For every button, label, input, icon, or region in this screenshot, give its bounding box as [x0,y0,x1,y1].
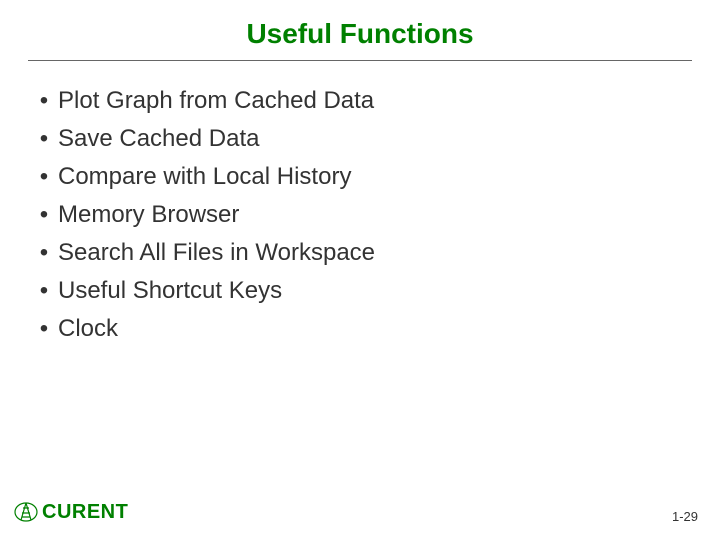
bullet-icon: • [30,237,58,269]
bullet-icon: • [30,199,58,231]
bullet-icon: • [30,123,58,155]
transmission-tower-icon [14,500,38,524]
bullet-text: Clock [58,313,118,345]
list-item: • Plot Graph from Cached Data [30,85,690,117]
list-item: • Search All Files in Workspace [30,237,690,269]
logo-text: CURENT [42,501,128,524]
bullet-icon: • [30,85,58,117]
bullet-icon: • [30,161,58,193]
list-item: • Save Cached Data [30,123,690,155]
bullet-text: Memory Browser [58,199,239,231]
bullet-text: Plot Graph from Cached Data [58,85,374,117]
footer: CURENT 1-29 [0,500,720,530]
list-item: • Clock [30,313,690,345]
bullet-icon: • [30,313,58,345]
bullet-text: Useful Shortcut Keys [58,275,282,307]
list-item: • Useful Shortcut Keys [30,275,690,307]
bullet-text: Search All Files in Workspace [58,237,375,269]
logo: CURENT [14,500,128,524]
bullet-icon: • [30,275,58,307]
bullet-text: Compare with Local History [58,161,351,193]
slide-title: Useful Functions [0,0,720,60]
page-number: 1-29 [672,509,698,524]
content-area: • Plot Graph from Cached Data • Save Cac… [0,61,720,345]
bullet-text: Save Cached Data [58,123,259,155]
list-item: • Compare with Local History [30,161,690,193]
list-item: • Memory Browser [30,199,690,231]
